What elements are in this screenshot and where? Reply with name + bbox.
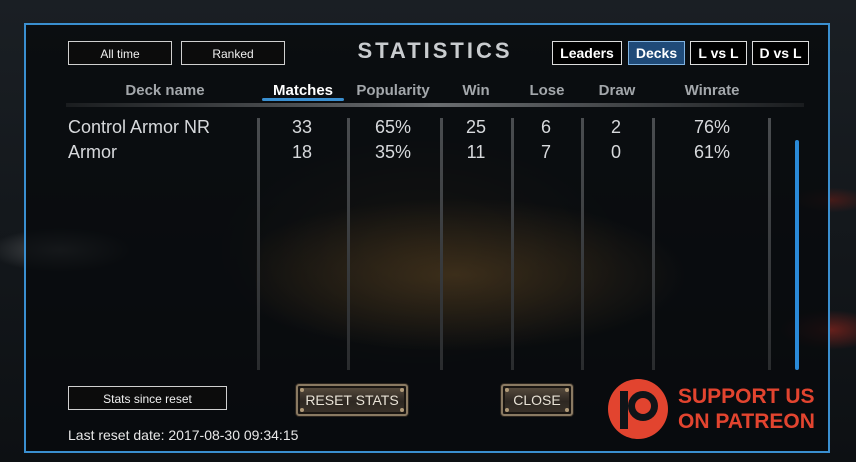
patreon-line-2[interactable]: ON PATREON	[678, 410, 815, 434]
rivet-decoration	[400, 408, 404, 412]
column-header-popularity[interactable]: Popularity	[350, 82, 436, 99]
column-header-draw[interactable]: Draw	[586, 82, 648, 99]
draw-cell: 0	[610, 142, 621, 162]
rivet-decoration	[565, 388, 569, 392]
popularity-cell: 65%	[374, 117, 412, 137]
reset-stats-button[interactable]: RESET STATS	[296, 384, 408, 416]
tab-l-vs-l[interactable]: L vs L	[690, 41, 747, 65]
stats-since-reset-button[interactable]: Stats since reset	[68, 386, 227, 410]
tab-leaders[interactable]: Leaders	[552, 41, 622, 65]
winrate-cell: 61%	[693, 142, 731, 162]
matches-cell: 33	[291, 117, 313, 137]
win-cell: 25	[465, 117, 487, 137]
column-header-lose[interactable]: Lose	[516, 82, 578, 99]
rivet-decoration	[565, 408, 569, 412]
rivet-decoration	[300, 408, 304, 412]
winrate-cell: 76%	[693, 117, 731, 137]
patreon-line-1[interactable]: SUPPORT US	[678, 385, 815, 409]
patreon-icon[interactable]	[606, 378, 670, 440]
win-cell: 11	[466, 142, 486, 162]
rivet-decoration	[300, 388, 304, 392]
column-header-matches[interactable]: Matches	[262, 82, 344, 99]
rivet-decoration	[400, 388, 404, 392]
column-header-deck-name[interactable]: Deck name	[100, 82, 230, 99]
column-divider	[581, 118, 584, 370]
sort-indicator	[262, 98, 344, 101]
tab-decks[interactable]: Decks	[628, 41, 685, 65]
popularity-cell: 35%	[374, 142, 412, 162]
scrollbar[interactable]	[795, 140, 799, 370]
column-divider	[440, 118, 443, 370]
reset-stats-label: RESET STATS	[305, 392, 399, 408]
page-title: STATISTICS	[357, 38, 513, 63]
column-divider	[652, 118, 655, 370]
time-filter-button[interactable]: All time	[68, 41, 172, 65]
rivet-decoration	[505, 408, 509, 412]
close-label: CLOSE	[513, 392, 561, 408]
close-button[interactable]: CLOSE	[501, 384, 573, 416]
lose-cell: 6	[540, 117, 551, 137]
panel-background-art	[256, 165, 816, 395]
matches-cell: 18	[291, 142, 313, 162]
header-divider	[66, 103, 804, 107]
column-header-winrate[interactable]: Winrate	[664, 82, 760, 99]
rivet-decoration	[505, 388, 509, 392]
column-divider	[768, 118, 771, 370]
column-header-win[interactable]: Win	[446, 82, 506, 99]
lose-cell: 7	[540, 142, 551, 162]
draw-cell: 2	[610, 117, 621, 137]
column-divider	[511, 118, 514, 370]
mode-filter-button[interactable]: Ranked	[181, 41, 285, 65]
last-reset-date: Last reset date: 2017-08-30 09:34:15	[68, 427, 299, 443]
deck-name-cell: Control Armor NR	[68, 117, 211, 137]
deck-name-cell: Armor	[68, 142, 117, 162]
tab-d-vs-l[interactable]: D vs L	[752, 41, 809, 65]
